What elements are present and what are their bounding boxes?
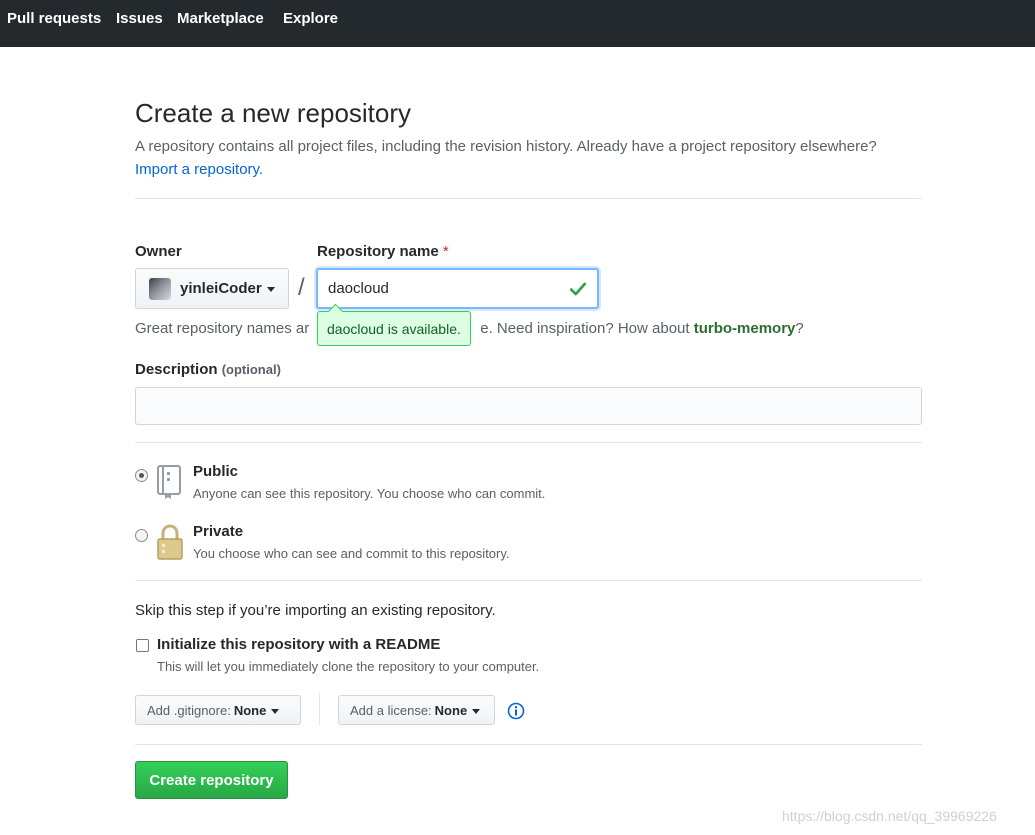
gitignore-dropdown[interactable]: Add .gitignore: None — [135, 695, 301, 725]
caret-down-icon — [266, 287, 275, 292]
dropdown-separator — [319, 693, 320, 725]
divider — [135, 580, 922, 581]
license-value: None — [434, 702, 468, 718]
license-dropdown[interactable]: Add a license: None — [338, 695, 495, 725]
private-option-title: Private — [193, 523, 244, 540]
divider — [135, 442, 922, 443]
license-prefix: Add a license: — [350, 702, 432, 718]
divider — [135, 198, 922, 199]
nav-pull-requests[interactable]: Pull requests — [7, 10, 101, 27]
watermark: https://blog.csdn.net/qq_39969226 — [782, 808, 997, 824]
description-label-text: Description — [135, 361, 218, 378]
repository-name-value: daocloud — [328, 280, 389, 297]
private-radio[interactable] — [135, 529, 148, 542]
owner-label: Owner — [135, 243, 182, 260]
readme-checkbox[interactable] — [136, 639, 149, 652]
lock-icon — [157, 524, 183, 560]
description-label: Description (optional) — [135, 361, 281, 378]
repository-name-input[interactable]: daocloud — [316, 268, 599, 309]
gitignore-value: None — [233, 702, 267, 718]
nav-marketplace[interactable]: Marketplace — [177, 10, 264, 27]
readme-label[interactable]: Initialize this repository with a README — [157, 636, 440, 653]
repository-name-label: Repository name * — [317, 243, 449, 260]
check-icon — [569, 282, 587, 296]
avatar — [149, 277, 171, 300]
top-navigation: Pull requests Issues Marketplace Explore — [0, 0, 1035, 47]
repo-book-icon — [157, 465, 181, 499]
owner-repo-separator: / — [298, 274, 305, 301]
gitignore-prefix: Add .gitignore: — [147, 702, 231, 718]
nav-explore[interactable]: Explore — [283, 10, 338, 27]
divider — [135, 744, 922, 745]
nav-issues[interactable]: Issues — [116, 10, 163, 27]
skip-step-text: Skip this step if you’re importing an ex… — [135, 602, 496, 619]
caret-down-icon — [472, 708, 481, 714]
hint-prefix: Great repository names ar — [135, 320, 310, 337]
optional-tag: (optional) — [221, 362, 281, 377]
page-title: Create a new repository — [135, 98, 412, 128]
repository-name-label-text: Repository name — [317, 243, 439, 260]
required-mark: * — [442, 243, 449, 260]
hint-suffix: e. Need inspiration? How about — [480, 320, 694, 337]
description-input[interactable] — [135, 387, 922, 425]
readme-note: This will let you immediately clone the … — [157, 659, 540, 674]
public-option-title: Public — [193, 463, 239, 480]
hint-end: ? — [795, 320, 804, 337]
page-description: A repository contains all project files,… — [135, 135, 935, 181]
import-repository-link[interactable]: Import a repository. — [135, 161, 263, 178]
public-option-note: Anyone can see this repository. You choo… — [193, 486, 546, 501]
owner-name: yinleiCoder — [180, 280, 262, 297]
create-repository-button[interactable]: Create repository — [135, 761, 288, 799]
private-option-note: You choose who can see and commit to thi… — [193, 546, 510, 561]
public-radio[interactable] — [135, 469, 148, 482]
caret-down-icon — [271, 708, 280, 714]
info-icon[interactable] — [507, 702, 525, 720]
owner-dropdown[interactable]: yinleiCoder — [135, 268, 289, 309]
page-description-text: A repository contains all project files,… — [135, 138, 877, 155]
availability-tooltip: daocloud is available. — [317, 311, 471, 346]
name-suggestion[interactable]: turbo-memory — [694, 320, 796, 337]
